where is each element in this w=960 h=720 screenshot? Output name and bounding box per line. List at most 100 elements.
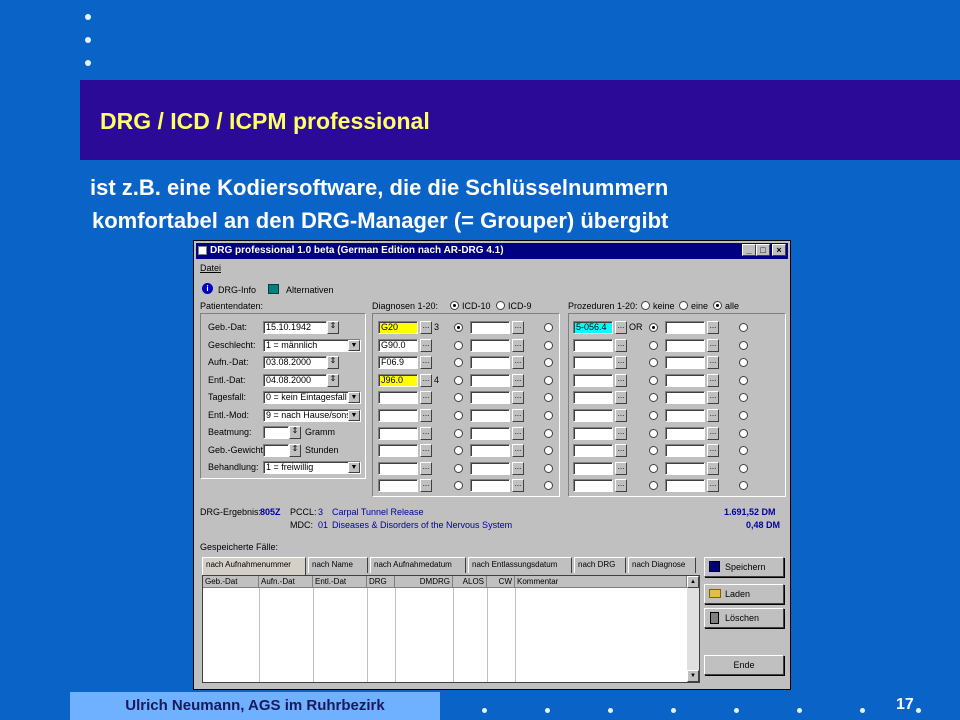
diagnosis-code-input[interactable] bbox=[470, 373, 510, 387]
diagnosis-code-input[interactable] bbox=[378, 391, 418, 405]
diagnosis-radio[interactable] bbox=[544, 375, 553, 385]
diagnosis-code-input[interactable] bbox=[470, 479, 510, 493]
procedure-code-input[interactable] bbox=[573, 373, 613, 387]
proc-one-radio[interactable] bbox=[679, 301, 688, 310]
procedure-radio[interactable] bbox=[739, 463, 748, 473]
diagnosis-radio[interactable] bbox=[544, 340, 553, 350]
save-button[interactable]: Speichern bbox=[704, 557, 784, 577]
procedure-browse-button[interactable]: ... bbox=[615, 373, 627, 387]
diagnosis-browse-button[interactable]: ... bbox=[512, 426, 524, 440]
patient-field-input[interactable] bbox=[263, 426, 289, 439]
diagnosis-radio[interactable] bbox=[454, 463, 463, 473]
maximize-button[interactable]: □ bbox=[756, 244, 770, 256]
diagnosis-code-input[interactable] bbox=[378, 461, 418, 475]
diagnosis-code-input[interactable]: J96.0 bbox=[378, 373, 418, 387]
procedure-code-input[interactable] bbox=[665, 356, 705, 370]
procedure-code-input[interactable] bbox=[665, 479, 705, 493]
procedure-browse-button[interactable]: ... bbox=[707, 373, 719, 387]
diagnosis-code-input[interactable] bbox=[378, 479, 418, 493]
diagnosis-radio[interactable] bbox=[454, 411, 463, 420]
diagnosis-radio[interactable] bbox=[544, 463, 553, 473]
diagnosis-browse-button[interactable]: ... bbox=[512, 461, 524, 475]
diagnosis-code-input[interactable]: G20 bbox=[378, 321, 418, 334]
procedure-code-input[interactable] bbox=[573, 426, 613, 440]
patient-field-input[interactable]: 04.08.2000 bbox=[263, 373, 327, 387]
procedure-code-input[interactable] bbox=[665, 338, 705, 352]
diagnosis-browse-button[interactable]: ... bbox=[420, 373, 432, 387]
procedure-code-input[interactable] bbox=[573, 479, 613, 493]
tab-aufnahmedatum[interactable]: nach Aufnahmedatum bbox=[370, 557, 466, 573]
diagnosis-browse-button[interactable]: ... bbox=[512, 391, 524, 405]
procedure-code-input[interactable] bbox=[573, 356, 613, 370]
alternatives-label[interactable]: Alternativen bbox=[286, 285, 334, 295]
procedure-code-input[interactable] bbox=[573, 461, 613, 475]
diagnosis-code-input[interactable] bbox=[378, 444, 418, 458]
procedure-radio[interactable] bbox=[739, 375, 748, 385]
info-icon[interactable]: i bbox=[202, 283, 213, 294]
diagnosis-code-input[interactable] bbox=[470, 356, 510, 370]
procedure-browse-button[interactable]: ... bbox=[707, 426, 719, 440]
diagnosis-code-input[interactable] bbox=[470, 444, 510, 458]
diagnosis-radio[interactable] bbox=[544, 323, 553, 332]
end-button[interactable]: Ende bbox=[704, 655, 784, 675]
diagnosis-code-input[interactable] bbox=[470, 321, 510, 334]
diagnosis-browse-button[interactable]: ... bbox=[512, 373, 524, 387]
procedure-code-input[interactable] bbox=[665, 409, 705, 422]
col-dmdrg[interactable]: DMDRG bbox=[395, 576, 453, 588]
procedure-browse-button[interactable]: ... bbox=[707, 356, 719, 370]
tab-diagnose[interactable]: nach Diagnose bbox=[628, 557, 696, 573]
diagnosis-browse-button[interactable]: ... bbox=[512, 321, 524, 334]
procedure-browse-button[interactable]: ... bbox=[707, 338, 719, 352]
procedure-browse-button[interactable]: ... bbox=[707, 391, 719, 405]
load-button[interactable]: Laden bbox=[704, 584, 784, 604]
vertical-scrollbar[interactable]: ▲ ▼ bbox=[687, 576, 699, 682]
patient-field-dropdown[interactable]: 9 = nach Hause/sons bbox=[263, 408, 361, 422]
icd10-radio[interactable] bbox=[450, 301, 459, 310]
procedure-code-input[interactable] bbox=[573, 338, 613, 352]
procedure-radio[interactable] bbox=[649, 375, 658, 385]
procedure-code-input[interactable] bbox=[573, 409, 613, 422]
tab-drg[interactable]: nach DRG bbox=[574, 557, 626, 573]
procedure-radio[interactable] bbox=[649, 428, 658, 438]
tab-name[interactable]: nach Name bbox=[308, 557, 368, 573]
diagnosis-browse-button[interactable]: ... bbox=[512, 409, 524, 422]
procedure-browse-button[interactable]: ... bbox=[707, 321, 719, 334]
procedure-browse-button[interactable]: ... bbox=[615, 391, 627, 405]
close-button[interactable]: × bbox=[772, 244, 786, 256]
dropdown-arrow-icon[interactable]: ▼ bbox=[348, 339, 360, 351]
delete-button[interactable]: Löschen bbox=[704, 608, 784, 628]
procedure-browse-button[interactable]: ... bbox=[615, 479, 627, 493]
col-alos[interactable]: ALOS bbox=[453, 576, 487, 588]
scroll-down-arrow[interactable]: ▼ bbox=[687, 670, 699, 682]
patient-field-input[interactable] bbox=[263, 443, 289, 457]
minimize-button[interactable]: _ bbox=[742, 244, 756, 256]
scroll-up-arrow[interactable]: ▲ bbox=[687, 576, 699, 588]
menu-datei[interactable]: Datei bbox=[200, 263, 221, 273]
icd9-radio[interactable] bbox=[496, 301, 505, 310]
spinner-icon[interactable]: ⇕ bbox=[327, 356, 339, 369]
procedure-code-input[interactable]: 5-056.4 bbox=[573, 321, 613, 334]
procedure-browse-button[interactable]: ... bbox=[707, 461, 719, 475]
procedure-browse-button[interactable]: ... bbox=[707, 409, 719, 422]
spinner-icon[interactable]: ⇕ bbox=[327, 321, 339, 334]
diagnosis-radio[interactable] bbox=[454, 323, 463, 332]
diagnosis-browse-button[interactable]: ... bbox=[420, 409, 432, 422]
diagnosis-browse-button[interactable]: ... bbox=[420, 338, 432, 352]
diagnosis-browse-button[interactable]: ... bbox=[420, 321, 432, 334]
diagnosis-radio[interactable] bbox=[454, 340, 463, 350]
proc-none-radio[interactable] bbox=[641, 301, 650, 310]
diagnosis-browse-button[interactable]: ... bbox=[420, 461, 432, 475]
procedure-radio[interactable] bbox=[739, 428, 748, 438]
proc-all-radio[interactable] bbox=[713, 301, 722, 310]
procedure-browse-button[interactable]: ... bbox=[615, 426, 627, 440]
diagnosis-browse-button[interactable]: ... bbox=[420, 426, 432, 440]
patient-field-dropdown[interactable]: 1 = freiwillig bbox=[263, 461, 361, 474]
diagnosis-browse-button[interactable]: ... bbox=[512, 356, 524, 370]
diagnosis-browse-button[interactable]: ... bbox=[420, 356, 432, 370]
patient-field-dropdown[interactable]: 1 = männlich bbox=[263, 338, 361, 352]
diagnosis-radio[interactable] bbox=[544, 428, 553, 438]
procedure-radio[interactable] bbox=[739, 340, 748, 350]
patient-field-dropdown[interactable]: 0 = kein Eintagesfall bbox=[263, 391, 361, 404]
procedure-browse-button[interactable]: ... bbox=[615, 356, 627, 370]
procedure-code-input[interactable] bbox=[573, 444, 613, 458]
